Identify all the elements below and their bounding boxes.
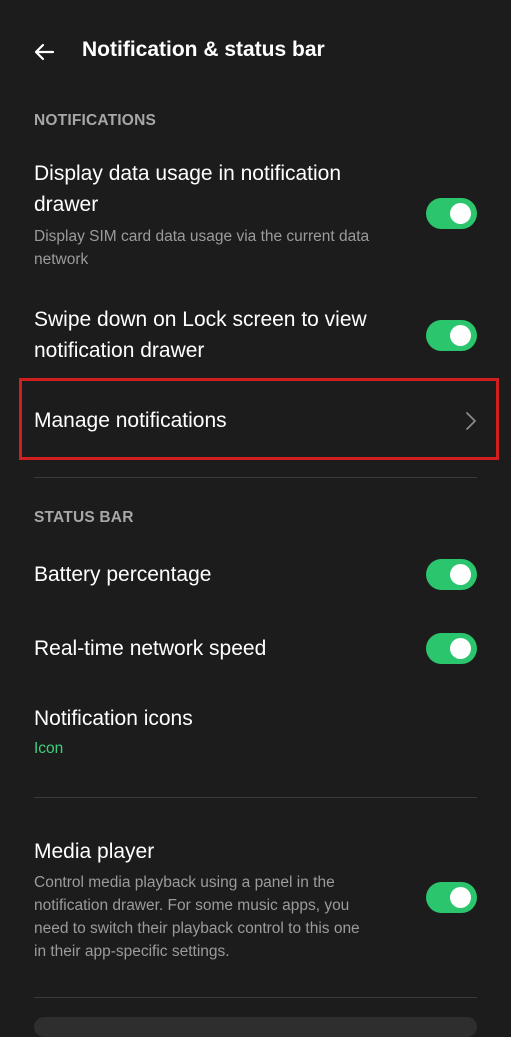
toggle-knob	[450, 638, 471, 659]
media-player-subtitle: Control media playback using a panel in …	[34, 871, 360, 963]
battery-percentage-toggle[interactable]	[426, 559, 477, 590]
media-player-title: Media player	[34, 840, 155, 863]
toggle-knob	[450, 887, 471, 908]
notification-icons-value: Icon	[34, 740, 64, 757]
data-usage-subtitle-line1: Display SIM card data usage via the curr…	[34, 228, 370, 245]
toggle-knob	[450, 203, 471, 224]
manage-notifications-title: Manage notifications	[34, 409, 227, 432]
section-title-notifications: NOTIFICATIONS	[34, 112, 156, 129]
top-app-bar: Notification & status bar	[0, 0, 511, 104]
media-player-toggle[interactable]	[426, 882, 477, 913]
data-usage-title-line1: Display data usage in notification	[34, 162, 342, 185]
swipe-down-row[interactable]: Swipe down on Lock screen to view notifi…	[0, 304, 511, 374]
swipe-down-title: Swipe down on Lock screen to view notifi…	[34, 304, 367, 366]
swipe-down-title-line1: Swipe down on Lock screen to view	[34, 308, 367, 331]
network-speed-row[interactable]: Real-time network speed	[0, 618, 511, 678]
media-player-subtitle-line3: need to switch their playback control to…	[34, 920, 360, 937]
toggle-knob	[450, 564, 471, 585]
network-speed-toggle[interactable]	[426, 633, 477, 664]
chevron-right-icon	[466, 412, 476, 430]
network-speed-title: Real-time network speed	[34, 637, 267, 660]
divider	[34, 797, 477, 798]
battery-percentage-row[interactable]: Battery percentage	[0, 545, 511, 605]
data-usage-title: Display data usage in notification drawe…	[34, 158, 341, 220]
toggle-knob	[450, 325, 471, 346]
media-player-subtitle-line4: in their app-specific settings.	[34, 943, 230, 960]
data-usage-row[interactable]: Display data usage in notification drawe…	[0, 156, 511, 276]
section-title-status-bar: STATUS BAR	[34, 509, 134, 526]
data-usage-subtitle: Display SIM card data usage via the curr…	[34, 225, 369, 271]
battery-percentage-title: Battery percentage	[34, 563, 212, 586]
bottom-button-partial[interactable]	[34, 1017, 477, 1037]
divider	[34, 997, 477, 998]
media-player-subtitle-line2: notification drawer. For some music apps…	[34, 897, 350, 914]
swipe-down-title-line2: notification drawer	[34, 339, 205, 362]
arrow-left-icon	[34, 43, 55, 61]
data-usage-title-line2: drawer	[34, 193, 99, 216]
manage-notifications-row[interactable]: Manage notifications	[0, 380, 511, 458]
page-title: Notification & status bar	[82, 38, 325, 61]
notification-icons-row[interactable]: Notification icons Icon	[0, 700, 511, 770]
data-usage-toggle[interactable]	[426, 198, 477, 229]
media-player-subtitle-line1: Control media playback using a panel in …	[34, 874, 335, 891]
back-button[interactable]	[22, 30, 66, 74]
divider	[34, 477, 477, 478]
media-player-row[interactable]: Media player Control media playback usin…	[0, 834, 511, 974]
swipe-down-toggle[interactable]	[426, 320, 477, 351]
data-usage-subtitle-line2: network	[34, 251, 89, 268]
notification-icons-title: Notification icons	[34, 707, 193, 730]
